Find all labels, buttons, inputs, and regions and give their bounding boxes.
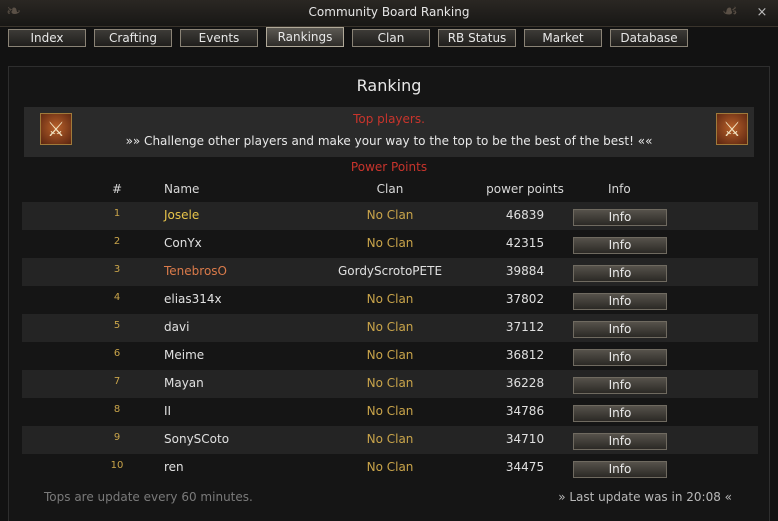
column-header-name: Name (164, 182, 200, 196)
clan-name: No Clan (366, 460, 414, 474)
player-name: ConYx (164, 236, 202, 250)
info-button[interactable]: Info (573, 265, 667, 282)
table-row: 9 SonySCoto No Clan 34710 Info (22, 426, 758, 454)
clan-name: No Clan (366, 432, 414, 446)
rank-number: 5 (113, 320, 121, 331)
table-row: 5 davi No Clan 37112 Info (22, 314, 758, 342)
column-header-points: power points (486, 182, 564, 196)
player-name: elias314x (164, 292, 222, 306)
power-points: 37112 (505, 320, 545, 334)
info-button[interactable]: Info (573, 433, 667, 450)
power-points: 42315 (505, 236, 545, 250)
player-name: II (164, 404, 172, 418)
last-update-note: » Last update was in 20:08 « (558, 490, 732, 504)
player-name: Meime (164, 348, 205, 362)
table-row: 10 ren No Clan 34475 Info (22, 454, 758, 482)
clan-name: No Clan (366, 320, 414, 334)
info-button[interactable]: Info (573, 461, 667, 478)
tab-database[interactable]: Database (610, 29, 688, 47)
power-points: 34710 (505, 432, 545, 446)
power-points: 34786 (505, 404, 545, 418)
top-players-banner: ⚔ Top players. »» Challenge other player… (24, 107, 754, 157)
player-name: Mayan (164, 376, 204, 390)
player-name: ren (164, 460, 184, 474)
table-row: 1 Josele No Clan 46839 Info (22, 202, 758, 230)
power-points: 37802 (505, 292, 545, 306)
table-row: 4 elias314x No Clan 37802 Info (22, 286, 758, 314)
title-bar[interactable]: ❧ Community Board Ranking ☙ × (0, 0, 778, 27)
info-button[interactable]: Info (573, 405, 667, 422)
rank-number: 10 (110, 460, 124, 471)
window-title: Community Board Ranking (308, 5, 470, 19)
info-button[interactable]: Info (573, 237, 667, 254)
clan-name: No Clan (366, 292, 414, 306)
player-name: Josele (164, 208, 200, 222)
banner-title: Top players. (353, 112, 425, 126)
info-button[interactable]: Info (573, 209, 667, 226)
rank-number: 7 (113, 376, 121, 387)
table-row: 2 ConYx No Clan 42315 Info (22, 230, 758, 258)
tab-events[interactable]: Events (180, 29, 258, 47)
tab-market[interactable]: Market (524, 29, 602, 47)
column-header-rank: # (111, 182, 123, 196)
rank-number: 8 (113, 404, 121, 415)
rank-number: 2 (113, 236, 121, 247)
table-row: 7 Mayan No Clan 36228 Info (22, 370, 758, 398)
clan-name: No Clan (366, 376, 414, 390)
ranking-table: 1 Josele No Clan 46839 Info 2 ConYx No C… (22, 202, 758, 482)
player-name: SonySCoto (164, 432, 230, 446)
crossed-swords-icon: ⚔ (716, 113, 748, 145)
tab-rankings[interactable]: Rankings (266, 27, 344, 47)
page-title: Ranking (356, 76, 422, 95)
banner-subtitle: »» Challenge other players and make your… (125, 134, 653, 148)
rank-number: 4 (113, 292, 121, 303)
rank-number: 3 (113, 264, 121, 275)
table-row: 8 II No Clan 34786 Info (22, 398, 758, 426)
info-button[interactable]: Info (573, 349, 667, 366)
power-points: 34475 (505, 460, 545, 474)
column-header-info: Info (608, 182, 631, 196)
table-row: 6 Meime No Clan 36812 Info (22, 342, 758, 370)
table-row: 3 TenebrosO GordyScrotoPETE 39884 Info (22, 258, 758, 286)
clan-name: No Clan (366, 236, 414, 250)
tab-crafting[interactable]: Crafting (94, 29, 172, 47)
clan-name: GordyScrotoPETE (337, 264, 443, 278)
rank-number: 9 (113, 432, 121, 443)
tab-bar: Index Crafting Events Rankings Clan RB S… (8, 27, 688, 49)
tab-clan[interactable]: Clan (352, 29, 430, 47)
player-name: davi (164, 320, 190, 334)
power-points: 39884 (505, 264, 545, 278)
power-points: 46839 (505, 208, 545, 222)
power-points: 36812 (505, 348, 545, 362)
info-button[interactable]: Info (573, 321, 667, 338)
player-name: TenebrosO (164, 264, 227, 278)
rank-number: 6 (113, 348, 121, 359)
tab-rb-status[interactable]: RB Status (438, 29, 516, 47)
info-button[interactable]: Info (573, 293, 667, 310)
section-title: Power Points (350, 160, 428, 174)
clan-name: No Clan (366, 208, 414, 222)
clan-name: No Clan (366, 348, 414, 362)
column-header-clan: Clan (376, 182, 404, 196)
community-board-window: ❧ Community Board Ranking ☙ × Index Craf… (0, 0, 778, 521)
close-icon[interactable]: × (754, 5, 770, 21)
info-button[interactable]: Info (573, 377, 667, 394)
power-points: 36228 (505, 376, 545, 390)
table-header: # Name Clan power points Info (22, 179, 758, 201)
title-ornament-right-icon: ☙ (721, 1, 738, 22)
tab-index[interactable]: Index (8, 29, 86, 47)
rank-number: 1 (113, 208, 121, 219)
clan-name: No Clan (366, 404, 414, 418)
update-frequency-note: Tops are update every 60 minutes. (44, 490, 253, 504)
